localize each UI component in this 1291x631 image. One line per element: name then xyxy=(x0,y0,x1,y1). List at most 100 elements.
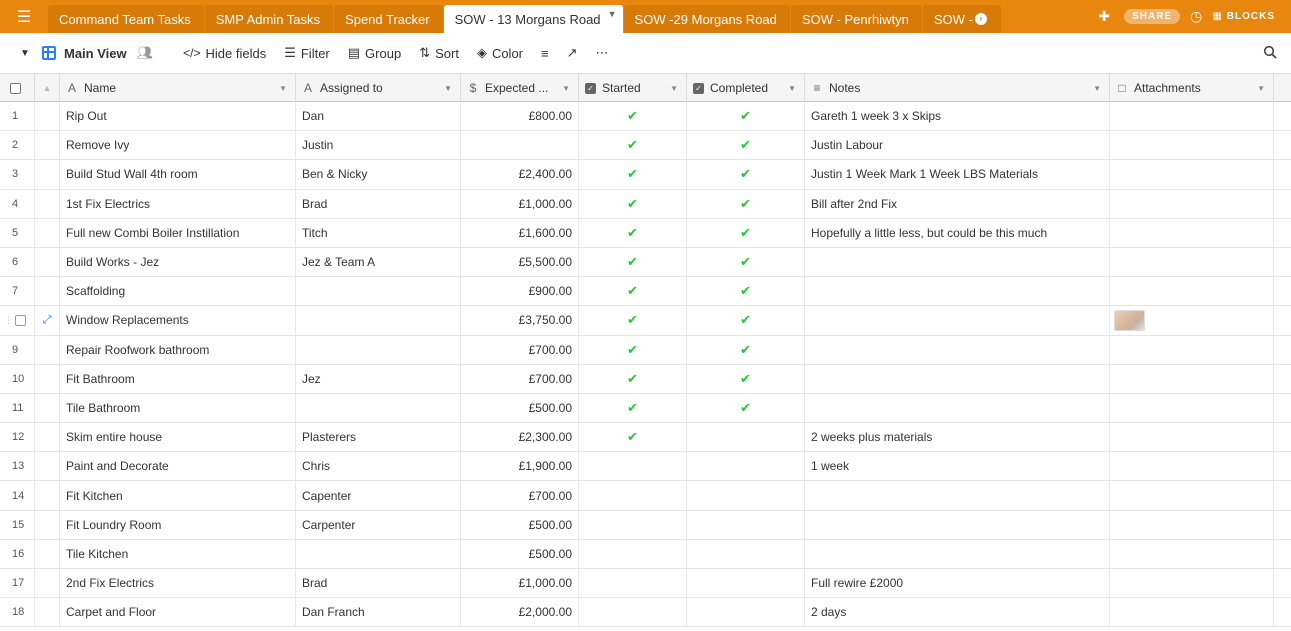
cell-name[interactable]: Rip Out xyxy=(60,102,296,131)
hide-fields-button[interactable]: </> Hide fields xyxy=(183,46,266,61)
row-select-checkbox[interactable] xyxy=(15,314,26,326)
tab-menu-caret-icon[interactable]: ▼ xyxy=(608,9,617,19)
cell-attachments[interactable] xyxy=(1110,102,1274,131)
cell-name[interactable]: Fit Loundry Room xyxy=(60,510,296,539)
cell-attachments[interactable] xyxy=(1110,481,1274,510)
column-header-started[interactable]: ✓ Started ▼ xyxy=(579,74,687,102)
column-header-completed[interactable]: ✓ Completed ▼ xyxy=(687,74,805,102)
cell-started[interactable] xyxy=(579,481,687,510)
cell-expected[interactable]: £2,400.00 xyxy=(461,160,579,189)
table-tab[interactable]: SOW -29 Morgans Road xyxy=(623,5,790,33)
cell-name[interactable]: Remove Ivy xyxy=(60,131,296,160)
cell-started[interactable] xyxy=(579,510,687,539)
row-number-cell[interactable]: 17 xyxy=(0,569,35,598)
row-number-cell[interactable]: 9 xyxy=(0,335,35,364)
cell-notes[interactable]: Full rewire £2000 xyxy=(805,569,1110,598)
column-header-notes[interactable]: ≡ Notes ▼ xyxy=(805,74,1110,102)
table-tab[interactable]: SOW - Penrhiwtyn xyxy=(790,5,922,33)
row-number-cell[interactable]: 10 xyxy=(0,364,35,393)
table-tab[interactable]: SOW - 13 Morgans Road ▼ xyxy=(443,5,623,33)
cell-name[interactable]: Fit Bathroom xyxy=(60,364,296,393)
cell-expected[interactable]: £1,600.00 xyxy=(461,218,579,247)
table-row[interactable]: 18 Carpet and Floor Dan Franch £2,000.00 2 d… xyxy=(0,598,1291,628)
row-number-cell[interactable]: 2 xyxy=(0,131,35,160)
cell-started[interactable]: ✔ xyxy=(579,335,687,364)
cell-started[interactable]: ✔ xyxy=(579,102,687,131)
cell-notes[interactable] xyxy=(805,247,1110,277)
drag-handle-icon[interactable]: ⋮ xyxy=(4,315,13,326)
row-number-cell[interactable]: 13 xyxy=(0,452,35,481)
cell-assigned[interactable]: Jez xyxy=(296,364,461,393)
table-row[interactable]: 15 Fit Loundry Room Carpenter £500.00 xyxy=(0,510,1291,540)
row-number-cell[interactable]: 7 xyxy=(0,277,35,306)
row-expand-cell[interactable]: ⤢ xyxy=(35,306,60,335)
cell-name[interactable]: Tile Bathroom xyxy=(60,393,296,423)
cell-completed[interactable] xyxy=(687,423,805,452)
table-row[interactable]: 10 Fit Bathroom Jez £700.00 ✔ ✔ xyxy=(0,364,1291,394)
row-number-cell[interactable]: ⋮ xyxy=(0,306,35,335)
cell-expected[interactable]: £2,300.00 xyxy=(461,423,579,452)
cell-notes[interactable]: 1 week xyxy=(805,452,1110,481)
add-table-icon[interactable]: ✚ xyxy=(1094,8,1114,25)
cell-attachments[interactable] xyxy=(1110,569,1274,598)
cell-notes[interactable]: Hopefully a little less, but could be th… xyxy=(805,218,1110,247)
table-tab[interactable]: SOW - › xyxy=(922,5,1001,33)
select-all-cell[interactable] xyxy=(0,74,35,102)
group-button[interactable]: ▤ Group xyxy=(348,45,401,61)
cell-completed[interactable]: ✔ xyxy=(687,306,805,335)
row-number-cell[interactable]: 12 xyxy=(0,423,35,452)
row-number-cell[interactable]: 3 xyxy=(0,160,35,189)
blocks-button[interactable]: ▦ BLOCKS xyxy=(1212,11,1275,22)
cell-expected[interactable]: £500.00 xyxy=(461,393,579,423)
cell-name[interactable]: Window Replacements xyxy=(60,306,296,335)
cell-assigned[interactable]: Brad xyxy=(296,189,461,218)
table-row[interactable]: 12 Skim entire house Plasterers £2,300.00 ✔ 2… xyxy=(0,423,1291,453)
table-row[interactable]: 14 Fit Kitchen Capenter £700.00 xyxy=(0,481,1291,511)
cell-expected[interactable]: £1,000.00 xyxy=(461,189,579,218)
cell-attachments[interactable] xyxy=(1110,131,1274,160)
table-row[interactable]: 9 Repair Roofwork bathroom £700.00 ✔ ✔ xyxy=(0,335,1291,365)
chevron-down-icon[interactable]: ▼ xyxy=(444,84,452,93)
cell-attachments[interactable] xyxy=(1110,452,1274,481)
column-header-name[interactable]: A Name ▼ xyxy=(60,74,296,102)
filter-button[interactable]: ☰ Filter xyxy=(284,45,330,61)
cell-completed[interactable] xyxy=(687,598,805,627)
chevron-down-icon[interactable]: ▼ xyxy=(788,84,796,93)
cell-notes[interactable] xyxy=(805,335,1110,364)
row-number-cell[interactable]: 18 xyxy=(0,598,35,627)
cell-started[interactable]: ✔ xyxy=(579,277,687,306)
cell-started[interactable]: ✔ xyxy=(579,160,687,189)
row-number-cell[interactable]: 5 xyxy=(0,218,35,247)
row-number-cell[interactable]: 4 xyxy=(0,189,35,218)
cell-attachments[interactable] xyxy=(1110,218,1274,247)
sort-button[interactable]: ⇅ Sort xyxy=(419,45,459,61)
cell-name[interactable]: Carpet and Floor xyxy=(60,598,296,627)
cell-completed[interactable]: ✔ xyxy=(687,364,805,393)
cell-assigned[interactable]: Carpenter xyxy=(296,510,461,539)
cell-name[interactable]: 1st Fix Electrics xyxy=(60,189,296,218)
cell-completed[interactable]: ✔ xyxy=(687,102,805,131)
cell-attachments[interactable] xyxy=(1110,189,1274,218)
expand-record-icon[interactable]: ⤢ xyxy=(43,314,52,327)
cell-attachments[interactable] xyxy=(1110,247,1274,277)
cell-notes[interactable] xyxy=(805,393,1110,423)
cell-started[interactable]: ✔ xyxy=(579,247,687,277)
cell-notes[interactable]: Bill after 2nd Fix xyxy=(805,189,1110,218)
cell-notes[interactable]: 2 days xyxy=(805,598,1110,627)
table-tab[interactable]: SMP Admin Tasks xyxy=(204,5,334,33)
table-row[interactable]: ⋮ ⤢ Window Replacements £3,750.00 ✔ ✔ xyxy=(0,306,1291,336)
table-row[interactable]: 13 Paint and Decorate Chris £1,900.00 1 week xyxy=(0,452,1291,482)
cell-attachments[interactable] xyxy=(1110,277,1274,306)
cell-assigned[interactable]: Brad xyxy=(296,569,461,598)
cell-completed[interactable] xyxy=(687,481,805,510)
table-tab[interactable]: Command Team Tasks xyxy=(48,5,204,33)
cell-assigned[interactable] xyxy=(296,393,461,423)
cell-started[interactable] xyxy=(579,452,687,481)
cell-expected[interactable] xyxy=(461,131,579,160)
cell-started[interactable] xyxy=(579,539,687,568)
cell-attachments[interactable] xyxy=(1110,393,1274,423)
cell-assigned[interactable]: Justin xyxy=(296,131,461,160)
row-number-cell[interactable]: 6 xyxy=(0,247,35,277)
cell-started[interactable]: ✔ xyxy=(579,423,687,452)
cell-name[interactable]: Repair Roofwork bathroom xyxy=(60,335,296,364)
